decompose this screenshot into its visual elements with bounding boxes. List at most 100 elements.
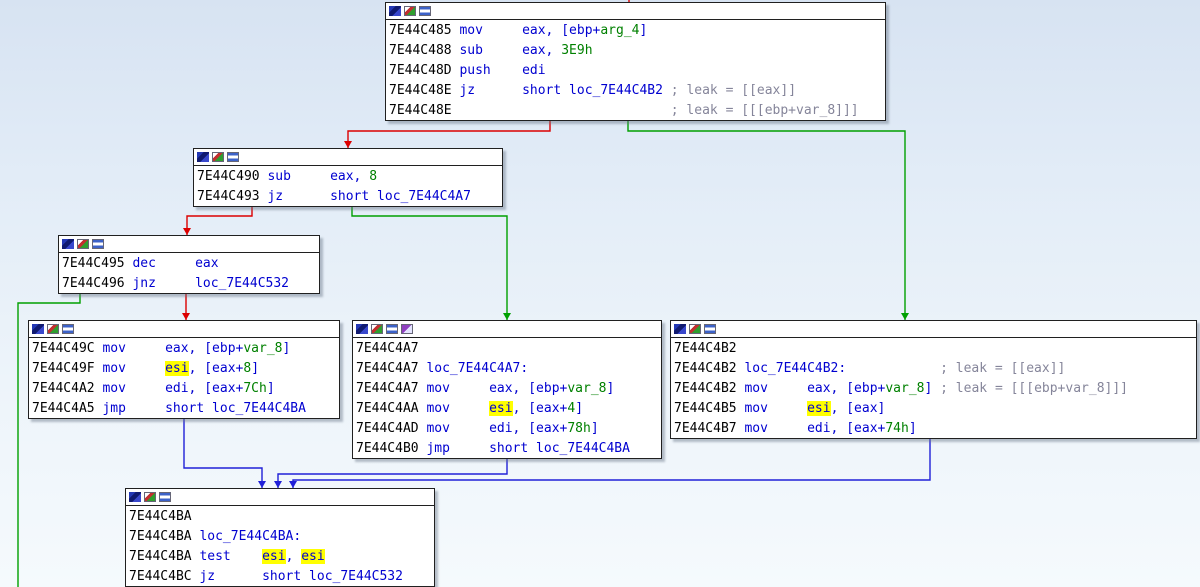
node-color-palette-icon[interactable] — [62, 239, 74, 249]
asm-token: 4 — [567, 401, 576, 416]
asm-line[interactable]: 7E44C49F mov esi, [eax+8] — [29, 359, 339, 379]
asm-line[interactable]: 7E44C4A7 — [353, 339, 661, 359]
basic-block-7E44C4A7[interactable]: 7E44C4A7 7E44C4A7 loc_7E44C4A7: 7E44C4A7 m… — [352, 320, 662, 459]
node-frame-color-icon[interactable] — [144, 492, 156, 502]
asm-token: ] — [590, 421, 599, 436]
node-color-palette-icon[interactable] — [197, 152, 209, 162]
node-group-icon[interactable] — [92, 239, 104, 249]
asm-token: jmp — [102, 401, 166, 416]
basic-block-7E44C490[interactable]: 7E44C490 sub eax, 8 7E44C493 jz short loc… — [193, 148, 503, 207]
asm-token: jz — [267, 189, 331, 204]
asm-line[interactable]: 7E44C4B5 mov esi, [eax] — [671, 399, 1196, 419]
node-frame-color-icon[interactable] — [371, 324, 383, 334]
node-color-palette-icon[interactable] — [32, 324, 44, 334]
asm-line[interactable]: 7E44C493 jz short loc_7E44C4A7 — [194, 187, 502, 206]
asm-line[interactable]: 7E44C4BC jz short loc_7E44C532 — [126, 567, 434, 586]
node-body: 7E44C490 sub eax, 8 7E44C493 jz short loc… — [194, 166, 502, 206]
node-group-icon[interactable] — [386, 324, 398, 334]
basic-block-7E44C495[interactable]: 7E44C495 dec eax 7E44C496 jnz loc_7E44C53… — [58, 235, 320, 294]
node-color-palette-icon[interactable] — [389, 6, 401, 16]
node-body: 7E44C49C mov eax, [ebp+var_8] 7E44C49F mo… — [29, 338, 339, 418]
node-frame-color-icon[interactable] — [47, 324, 59, 334]
asm-line[interactable]: 7E44C4BA test esi, esi — [126, 547, 434, 567]
asm-line[interactable]: 7E44C488 sub eax, 3E9h — [386, 41, 885, 61]
asm-line[interactable]: 7E44C49C mov eax, [ebp+var_8] — [29, 339, 339, 359]
node-frame-color-icon[interactable] — [689, 324, 701, 334]
asm-line[interactable]: 7E44C485 mov eax, [ebp+arg_4] — [386, 21, 885, 41]
asm-token: 78h — [567, 421, 591, 436]
asm-token: 3E9h — [561, 43, 593, 58]
highlighted-register-token: esi — [489, 401, 513, 416]
node-frame-color-icon[interactable] — [404, 6, 416, 16]
node-group-icon[interactable] — [62, 324, 74, 334]
asm-line[interactable]: 7E44C4B0 jmp short loc_7E44C4BA — [353, 439, 661, 458]
asm-token: 7E44C496 — [62, 276, 133, 291]
asm-line[interactable]: 7E44C48E ; leak = [[[ebp+var_8]]] — [386, 101, 885, 120]
asm-token: var_8 — [243, 341, 283, 356]
asm-token: test — [199, 549, 263, 564]
asm-line[interactable]: 7E44C4BA loc_7E44C4BA: — [126, 527, 434, 547]
node-group-icon[interactable] — [159, 492, 171, 502]
asm-line[interactable]: 7E44C4AA mov esi, [eax+4] — [353, 399, 661, 419]
asm-line[interactable]: 7E44C496 jnz loc_7E44C532 — [59, 274, 319, 293]
asm-line[interactable]: 7E44C48D push edi — [386, 61, 885, 81]
asm-token: ] — [908, 421, 917, 436]
node-frame-color-icon[interactable] — [212, 152, 224, 162]
asm-line[interactable]: 7E44C4B2 — [671, 339, 1196, 359]
asm-line[interactable]: 7E44C4A7 loc_7E44C4A7: — [353, 359, 661, 379]
node-group-icon[interactable] — [419, 6, 431, 16]
asm-token: edi — [522, 63, 546, 78]
edge-jmp-7E44C4A7-to-7E44C4BA — [277, 459, 508, 488]
basic-block-7E44C4B2[interactable]: 7E44C4B2 7E44C4B2 loc_7E44C4B2: ; leak = … — [670, 320, 1197, 439]
graph-canvas[interactable]: 7E44C485 mov eax, [ebp+arg_4] 7E44C488 su… — [0, 0, 1200, 587]
edge-flow-7E44C4B2-to-7E44C4BA-arrowhead — [289, 481, 297, 488]
asm-token — [452, 103, 671, 118]
asm-token: eax, [ebp+ — [165, 341, 244, 356]
node-titlebar — [386, 3, 885, 20]
asm-token: edi, [eax+ — [489, 421, 568, 436]
asm-token: 7E44C49F — [32, 361, 103, 376]
highlighted-register-token: esi — [301, 549, 325, 564]
asm-token: 8 — [243, 361, 252, 376]
node-frame-color-icon[interactable] — [77, 239, 89, 249]
node-body: 7E44C4A7 7E44C4A7 loc_7E44C4A7: 7E44C4A7 m… — [353, 338, 661, 458]
highlighted-register-token: esi — [262, 549, 286, 564]
edge-jmp-7E44C4A7-to-7E44C4BA-arrowhead — [274, 481, 282, 488]
asm-token: mov — [426, 401, 490, 416]
asm-line[interactable]: 7E44C4AD mov edi, [eax+78h] — [353, 419, 661, 439]
asm-token: ; leak = [[eax]] — [670, 83, 797, 98]
asm-line[interactable]: 7E44C4B7 mov edi, [eax+74h] — [671, 419, 1196, 438]
asm-line[interactable]: 7E44C48E jz short loc_7E44C4B2 ; leak = … — [386, 81, 885, 101]
node-group-icon[interactable] — [704, 324, 716, 334]
asm-token: , [eax+ — [512, 401, 568, 416]
basic-block-7E44C49C[interactable]: 7E44C49C mov eax, [ebp+var_8] 7E44C49F mo… — [28, 320, 340, 419]
asm-line[interactable]: 7E44C490 sub eax, 8 — [194, 167, 502, 187]
asm-token: 7E44C4A5 — [32, 401, 103, 416]
asm-line[interactable]: 7E44C4B2 mov eax, [ebp+var_8] ; leak = [… — [671, 379, 1196, 399]
asm-token: 7E44C4A7 — [356, 361, 427, 376]
asm-token: ] — [266, 381, 275, 396]
asm-token: ; leak = [[eax]] — [940, 361, 1066, 376]
asm-token: short loc_7E44C4B2 — [522, 83, 671, 98]
node-group-icon[interactable] — [227, 152, 239, 162]
asm-token: 7E44C490 — [197, 169, 268, 184]
asm-token: mov — [102, 341, 166, 356]
asm-token: mov — [426, 421, 490, 436]
asm-line[interactable]: 7E44C4A2 mov edi, [eax+7Ch] — [29, 379, 339, 399]
asm-line[interactable]: 7E44C4A5 jmp short loc_7E44C4BA — [29, 399, 339, 418]
node-color-palette-icon[interactable] — [674, 324, 686, 334]
asm-line[interactable]: 7E44C4A7 mov eax, [ebp+var_8] — [353, 379, 661, 399]
highlighted-register-token: esi — [807, 401, 831, 416]
node-highlight-icon[interactable] — [401, 324, 413, 334]
asm-token: 7E44C4AA — [356, 401, 427, 416]
asm-line[interactable]: 7E44C4B2 loc_7E44C4B2: ; leak = [[eax]] — [671, 359, 1196, 379]
node-color-palette-icon[interactable] — [356, 324, 368, 334]
basic-block-7E44C4BA[interactable]: 7E44C4BA 7E44C4BA loc_7E44C4BA: 7E44C4BA t… — [125, 488, 435, 587]
asm-token: short loc_7E44C532 — [262, 569, 403, 584]
node-color-palette-icon[interactable] — [129, 492, 141, 502]
basic-block-7E44C485[interactable]: 7E44C485 mov eax, [ebp+arg_4] 7E44C488 su… — [385, 2, 886, 121]
asm-line[interactable]: 7E44C4BA — [126, 507, 434, 527]
asm-line[interactable]: 7E44C495 dec eax — [59, 254, 319, 274]
asm-token: push — [459, 63, 523, 78]
asm-token: 7E44C493 — [197, 189, 268, 204]
